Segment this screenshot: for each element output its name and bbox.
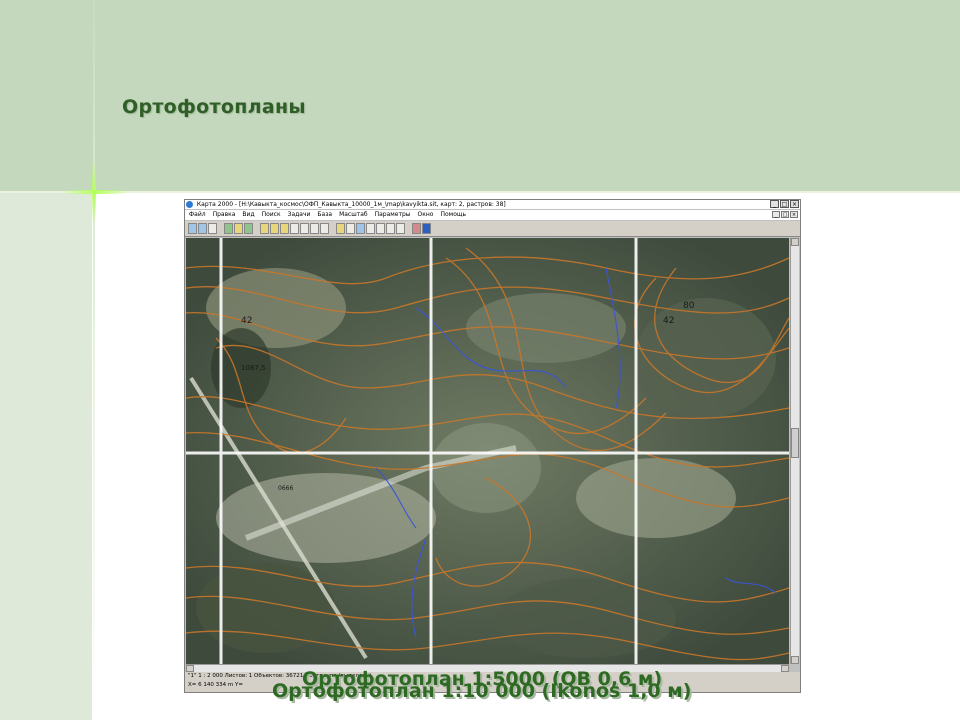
toolbar — [185, 221, 800, 237]
map-label-elev-4: 1087,5 — [241, 364, 266, 372]
scroll-down-icon[interactable] — [791, 656, 799, 664]
table-icon[interactable] — [310, 223, 319, 234]
map-label-elev-3: 42 — [663, 316, 674, 326]
menu-search[interactable]: Поиск — [262, 210, 281, 220]
scroll-right-icon[interactable] — [781, 665, 789, 672]
menu-tasks[interactable]: Задачи — [288, 210, 311, 220]
menu-parameters[interactable]: Параметры — [375, 210, 411, 220]
maximize-button[interactable]: □ — [780, 200, 789, 208]
zoom-out-icon[interactable] — [270, 223, 279, 234]
scroll-up-icon[interactable] — [791, 238, 799, 246]
ruler-icon[interactable] — [366, 223, 375, 234]
menu-view[interactable]: Вид — [242, 210, 254, 220]
slide-left-band — [0, 193, 92, 720]
zoom-in-icon[interactable] — [260, 223, 269, 234]
minimize-button[interactable]: _ — [770, 200, 779, 208]
menu-help[interactable]: Помощь — [440, 210, 466, 220]
doc-close-button[interactable]: × — [790, 211, 798, 218]
menu-file[interactable]: Файл — [189, 210, 206, 220]
orthophoto-map-view[interactable]: 42 80 42 1087,5 0666 — [186, 238, 789, 664]
decor-horizontal-line — [0, 191, 960, 193]
window-controls: _ □ × — [770, 200, 799, 208]
scroll-left-icon[interactable] — [186, 665, 194, 672]
measure-icon[interactable] — [300, 223, 309, 234]
open-map-icon[interactable] — [188, 223, 197, 234]
menu-edit[interactable]: Правка — [213, 210, 236, 220]
window-title: Карта 2000 - [H:\Кавыкта_космос\ОФП_Кавы… — [196, 201, 506, 208]
map-label-code: 0666 — [278, 485, 293, 492]
map-application-window: Карта 2000 - [H:\Кавыкта_космос\ОФП_Кавы… — [184, 199, 801, 693]
object-icon[interactable] — [396, 223, 405, 234]
close-button[interactable]: × — [790, 200, 799, 208]
legend-icon[interactable] — [234, 223, 243, 234]
save-icon[interactable] — [208, 223, 217, 234]
layers-icon[interactable] — [224, 223, 233, 234]
grid-icon[interactable] — [320, 223, 329, 234]
properties-icon[interactable] — [386, 223, 395, 234]
edit-icon[interactable] — [336, 223, 345, 234]
info-icon[interactable] — [422, 223, 431, 234]
open-raster-icon[interactable] — [198, 223, 207, 234]
menu-scale[interactable]: Масштаб — [339, 210, 368, 220]
menu-database[interactable]: База — [317, 210, 332, 220]
zoom-fit-icon[interactable] — [280, 223, 289, 234]
menu-window[interactable]: Окно — [418, 210, 434, 220]
menu-bar: Файл Правка Вид Поиск Задачи База Масшта… — [185, 210, 800, 220]
doc-minimize-button[interactable]: _ — [772, 211, 780, 218]
orthophoto-map-image: 42 80 42 1087,5 0666 — [186, 238, 789, 664]
decor-sparkle-vertical — [92, 160, 96, 224]
select-icon[interactable] — [244, 223, 253, 234]
pan-icon[interactable] — [290, 223, 299, 234]
decor-vertical-line — [93, 0, 95, 720]
vertical-scroll-thumb[interactable] — [791, 428, 799, 458]
map-label-elev-1: 42 — [241, 316, 252, 326]
caption-orthophoto-10000: Ортофотоплан 1:10 000 (Ikonos 1,0 м) — [272, 680, 692, 702]
vertical-scrollbar[interactable] — [790, 238, 799, 664]
check-icon[interactable] — [376, 223, 385, 234]
slide-title: Ортофотопланы — [122, 96, 306, 118]
print-icon[interactable] — [346, 223, 355, 234]
app-globe-icon — [186, 201, 193, 208]
map-label-elev-2: 80 — [683, 301, 695, 311]
doc-restore-button[interactable]: □ — [781, 211, 789, 218]
document-window-controls: _ □ × — [772, 211, 798, 218]
stop-icon[interactable] — [412, 223, 421, 234]
find-icon[interactable] — [356, 223, 365, 234]
window-titlebar: Карта 2000 - [H:\Кавыкта_космос\ОФП_Кавы… — [185, 200, 800, 209]
